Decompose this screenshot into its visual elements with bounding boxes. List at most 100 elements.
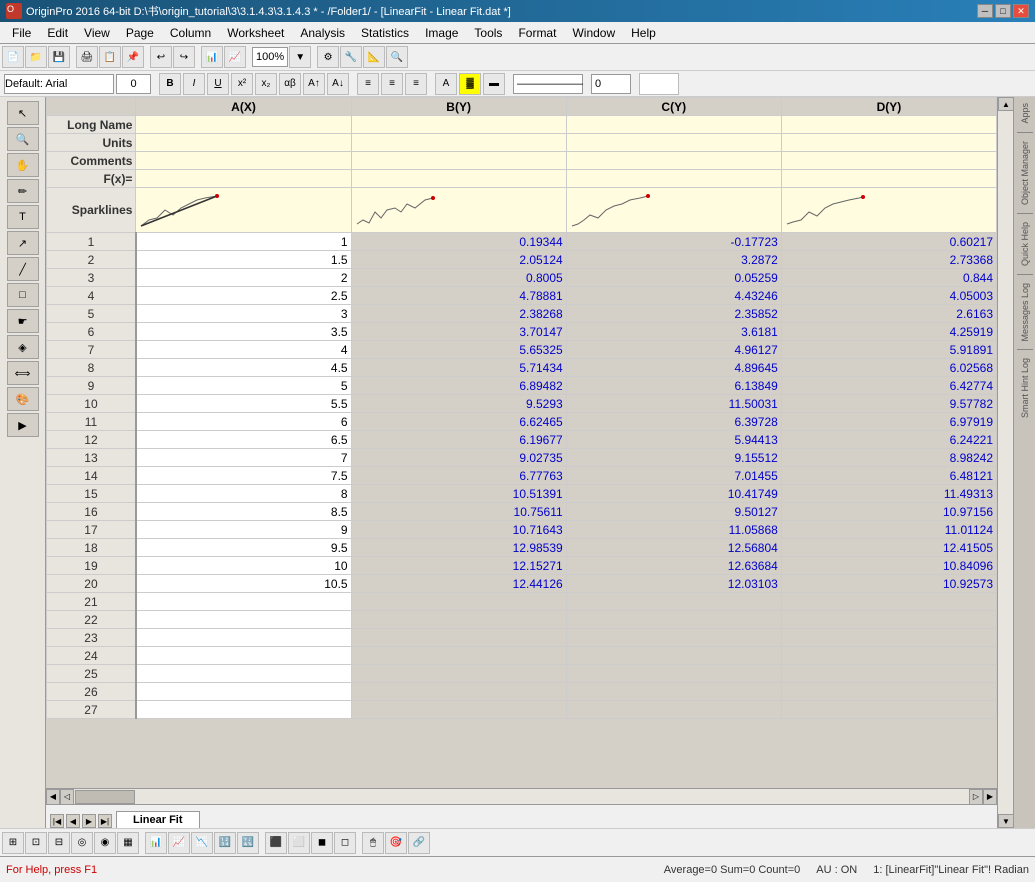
undo-btn[interactable]: ↩ xyxy=(150,46,172,68)
cell-c-1[interactable]: -0.17723 xyxy=(566,233,781,251)
cell-b-19[interactable]: 12.15271 xyxy=(351,557,566,575)
cell-c-21[interactable] xyxy=(566,593,781,611)
cell-b-9[interactable]: 6.89482 xyxy=(351,377,566,395)
scroll-right-small[interactable]: ▷ xyxy=(969,789,983,805)
cell-c-13[interactable]: 9.15512 xyxy=(566,449,781,467)
menu-worksheet[interactable]: Worksheet xyxy=(219,24,292,42)
cell-b-27[interactable] xyxy=(351,701,566,719)
cell-a-16[interactable]: 8.5 xyxy=(136,503,351,521)
decrease-size-btn[interactable]: A↓ xyxy=(327,73,349,95)
long-name-a[interactable] xyxy=(136,116,351,134)
fx-b[interactable] xyxy=(351,170,566,188)
scale-tool[interactable]: ⟺ xyxy=(7,361,39,385)
long-name-b[interactable] xyxy=(351,116,566,134)
cell-a-26[interactable] xyxy=(136,683,351,701)
v-scroll-track[interactable] xyxy=(998,111,1013,814)
cell-a-13[interactable]: 7 xyxy=(136,449,351,467)
cell-b-12[interactable]: 6.19677 xyxy=(351,431,566,449)
cell-c-7[interactable]: 4.96127 xyxy=(566,341,781,359)
cell-c-17[interactable]: 11.05868 xyxy=(566,521,781,539)
bold-btn[interactable]: B xyxy=(159,73,181,95)
cell-d-4[interactable]: 4.05003 xyxy=(781,287,996,305)
cell-d-25[interactable] xyxy=(781,665,996,683)
cell-a-10[interactable]: 5.5 xyxy=(136,395,351,413)
cell-c-16[interactable]: 9.50127 xyxy=(566,503,781,521)
comments-c[interactable] xyxy=(566,152,781,170)
menu-analysis[interactable]: Analysis xyxy=(292,24,353,42)
cell-b-20[interactable]: 12.44126 xyxy=(351,575,566,593)
comments-b[interactable] xyxy=(351,152,566,170)
cell-d-23[interactable] xyxy=(781,629,996,647)
pan-tool[interactable]: ✋ xyxy=(7,153,39,177)
cell-a-23[interactable] xyxy=(136,629,351,647)
units-c[interactable] xyxy=(566,134,781,152)
cell-d-5[interactable]: 2.6163 xyxy=(781,305,996,323)
menu-column[interactable]: Column xyxy=(162,24,219,42)
italic-btn[interactable]: I xyxy=(183,73,205,95)
cell-b-18[interactable]: 12.98539 xyxy=(351,539,566,557)
cell-d-1[interactable]: 0.60217 xyxy=(781,233,996,251)
cell-c-26[interactable] xyxy=(566,683,781,701)
bt12[interactable]: ⬛ xyxy=(265,832,287,854)
cell-b-7[interactable]: 5.65325 xyxy=(351,341,566,359)
cell-d-10[interactable]: 9.57782 xyxy=(781,395,996,413)
cell-a-17[interactable]: 9 xyxy=(136,521,351,539)
cell-a-19[interactable]: 10 xyxy=(136,557,351,575)
menu-window[interactable]: Window xyxy=(564,24,623,42)
cell-b-3[interactable]: 0.8005 xyxy=(351,269,566,287)
draw-tool[interactable]: ✏ xyxy=(7,179,39,203)
cell-c-20[interactable]: 12.03103 xyxy=(566,575,781,593)
menu-view[interactable]: View xyxy=(76,24,118,42)
cell-a-1[interactable]: 1 xyxy=(136,233,351,251)
alpha-btn[interactable]: αβ xyxy=(279,73,301,95)
menu-format[interactable]: Format xyxy=(510,24,564,42)
menu-page[interactable]: Page xyxy=(118,24,162,42)
cell-b-22[interactable] xyxy=(351,611,566,629)
cell-c-3[interactable]: 0.05259 xyxy=(566,269,781,287)
tab-first-btn[interactable]: |◀ xyxy=(50,814,64,828)
bt9[interactable]: 📉 xyxy=(191,832,213,854)
copy-btn[interactable]: 📋 xyxy=(99,46,121,68)
bt8[interactable]: 📈 xyxy=(168,832,190,854)
menu-statistics[interactable]: Statistics xyxy=(353,24,417,42)
rect-tool[interactable]: □ xyxy=(7,283,39,307)
text-tool[interactable]: T xyxy=(7,205,39,229)
cell-b-17[interactable]: 10.71643 xyxy=(351,521,566,539)
cell-d-6[interactable]: 4.25919 xyxy=(781,323,996,341)
cell-c-12[interactable]: 5.94413 xyxy=(566,431,781,449)
save-btn[interactable]: 💾 xyxy=(48,46,70,68)
cell-b-21[interactable] xyxy=(351,593,566,611)
fx-d[interactable] xyxy=(781,170,996,188)
menu-help[interactable]: Help xyxy=(623,24,664,42)
cell-a-12[interactable]: 6.5 xyxy=(136,431,351,449)
cell-a-11[interactable]: 6 xyxy=(136,413,351,431)
cell-c-23[interactable] xyxy=(566,629,781,647)
v-scrollbar[interactable]: ▲ ▼ xyxy=(997,97,1013,828)
cell-a-5[interactable]: 3 xyxy=(136,305,351,323)
long-name-c[interactable] xyxy=(566,116,781,134)
bt15[interactable]: ◻ xyxy=(334,832,356,854)
bt2[interactable]: ⊡ xyxy=(25,832,47,854)
cell-b-23[interactable] xyxy=(351,629,566,647)
cell-a-7[interactable]: 4 xyxy=(136,341,351,359)
cell-d-15[interactable]: 11.49313 xyxy=(781,485,996,503)
scroll-thumb[interactable] xyxy=(75,790,135,804)
cell-b-4[interactable]: 4.78881 xyxy=(351,287,566,305)
cell-d-17[interactable]: 11.01124 xyxy=(781,521,996,539)
graph-btn[interactable]: 📊 xyxy=(201,46,223,68)
cell-b-14[interactable]: 6.77763 xyxy=(351,467,566,485)
col-header-d[interactable]: D(Y) xyxy=(781,98,996,116)
tool4[interactable]: 🔍 xyxy=(386,46,408,68)
zoom-dropdown[interactable]: ▼ xyxy=(289,46,311,68)
color-swatch[interactable] xyxy=(639,73,679,95)
cell-d-3[interactable]: 0.844 xyxy=(781,269,996,287)
expand-left[interactable]: ▶ xyxy=(7,413,39,437)
scroll-up-btn[interactable]: ▲ xyxy=(998,97,1014,111)
cell-d-22[interactable] xyxy=(781,611,996,629)
open-btn[interactable]: 📁 xyxy=(25,46,47,68)
cell-c-18[interactable]: 12.56804 xyxy=(566,539,781,557)
bt11[interactable]: 🔣 xyxy=(237,832,259,854)
cell-a-22[interactable] xyxy=(136,611,351,629)
cell-d-2[interactable]: 2.73368 xyxy=(781,251,996,269)
print-btn[interactable]: 🖨 xyxy=(76,46,98,68)
